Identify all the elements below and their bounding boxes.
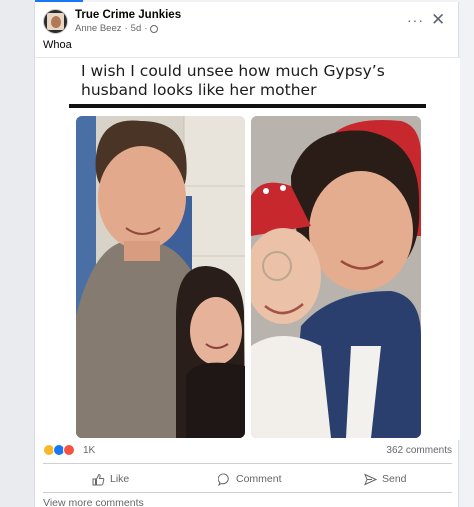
view-more-comments-link[interactable]: View more comments [43,497,144,507]
send-icon [364,473,377,485]
like-icon [92,473,105,485]
post-text: Whoa [43,39,72,51]
send-button[interactable]: Send [364,468,407,490]
reaction-count[interactable]: 1K [83,445,95,456]
close-button[interactable]: ✕ [431,10,445,30]
globe-icon [150,24,159,33]
page-background-left [0,0,34,507]
comment-label: Comment [236,473,282,485]
divider [43,463,452,464]
meta-separator-2: · [144,23,148,34]
comment-icon [218,472,229,486]
meta-separator: · [124,23,128,34]
haha-icon [63,444,75,456]
group-name-link[interactable]: True Crime Junkies [75,9,181,21]
divider [43,492,452,493]
post-card: True Crime Junkies Anne Beez · 5d · ··· … [34,2,460,507]
like-label: Like [110,473,130,485]
send-label: Send [382,473,407,485]
photo-couple [76,116,245,438]
page-background-right [459,0,474,507]
comment-count[interactable]: 362 comments [386,445,452,456]
photo-mother-daughter [251,116,421,438]
post-meta: Anne Beez · 5d · [75,23,159,34]
more-options-button[interactable]: ··· [407,12,424,28]
group-avatar[interactable] [43,9,68,34]
like-button[interactable]: Like [92,468,129,490]
comment-button[interactable]: Comment [218,468,282,490]
caption-underline [69,104,426,108]
post-image[interactable]: I wish I could unsee how much Gypsy’s hu… [35,58,460,440]
post-header: True Crime Junkies Anne Beez · 5d · ··· … [35,6,460,36]
post-timestamp[interactable]: 5d [131,23,142,34]
reactions-bar: 1K 362 comments [35,444,460,462]
author-link[interactable]: Anne Beez [75,23,121,34]
image-caption: I wish I could unsee how much Gypsy’s hu… [81,62,385,99]
